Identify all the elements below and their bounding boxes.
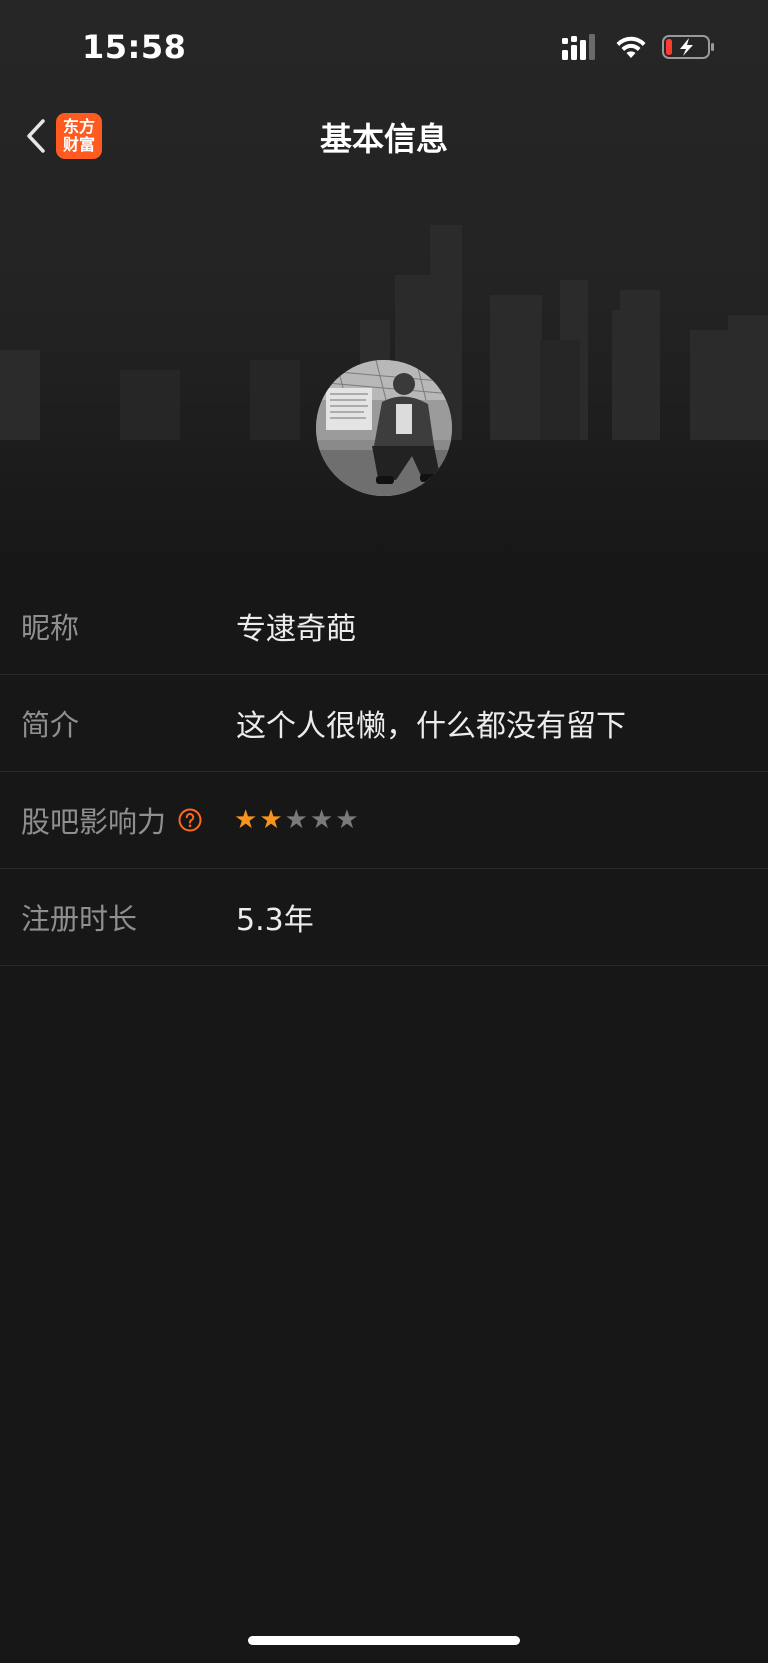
star-icon: ★	[259, 805, 283, 835]
bio-value: 这个人很懒，什么都没有留下	[236, 709, 626, 744]
battery-charging-icon	[662, 35, 714, 59]
home-indicator[interactable]	[248, 1636, 520, 1645]
influence-label: 股吧影响力	[21, 799, 202, 841]
status-icons	[562, 34, 716, 60]
bio-row: 简介 这个人很懒，什么都没有留下	[0, 675, 768, 772]
help-question-icon[interactable]	[178, 808, 202, 832]
registration-duration-label-text: 注册时长	[21, 902, 138, 936]
registration-duration-label: 注册时长	[21, 896, 137, 938]
avatar-photo	[316, 360, 452, 496]
page-title: 基本信息	[319, 120, 448, 158]
registration-duration-row: 注册时长 5.3年	[0, 869, 768, 966]
status-time: 15:58	[82, 28, 187, 66]
influence-row: 股吧影响力 ★ ★ ★ ★ ★	[0, 772, 768, 869]
wifi-icon	[616, 36, 646, 58]
bio-label: 简介	[21, 702, 79, 744]
registration-duration-value: 5.3年	[236, 903, 314, 938]
influence-star-rating: ★ ★ ★ ★ ★	[234, 805, 359, 835]
cellular-signal-icon	[562, 34, 595, 60]
star-icon: ★	[234, 805, 258, 835]
avatar[interactable]	[316, 360, 452, 496]
star-icon: ★	[284, 805, 308, 835]
nickname-row: 昵称 专逮奇葩	[0, 578, 768, 675]
profile-info-list: 昵称 专逮奇葩 简介 这个人很懒，什么都没有留下 股吧影响力 ★ ★ ★ ★ ★…	[0, 578, 768, 966]
nickname-value: 专逮奇葩	[236, 612, 356, 647]
star-icon: ★	[335, 805, 359, 835]
star-icon: ★	[309, 805, 334, 835]
profile-info-screen: 15:58 东方 财富 基本信息 昵称 专逮奇葩 简介 这个人很懒，什么都没有留…	[0, 0, 768, 1663]
bio-label-text: 简介	[21, 708, 80, 742]
influence-label-text: 股吧影响力	[21, 805, 167, 839]
nickname-label: 昵称	[21, 605, 79, 647]
nickname-label-text: 昵称	[21, 611, 80, 645]
